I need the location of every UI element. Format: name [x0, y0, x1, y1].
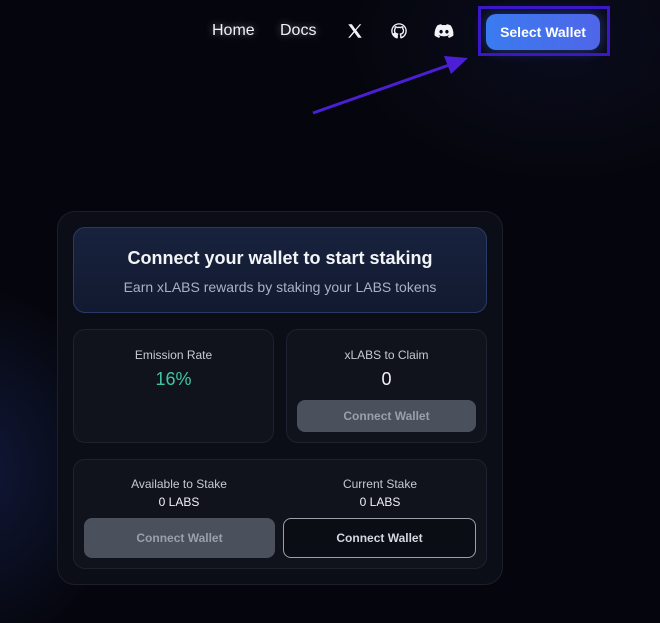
claim-value: 0 [381, 369, 392, 389]
connect-wallet-banner: Connect your wallet to start staking Ear… [73, 227, 487, 313]
banner-title: Connect your wallet to start staking [127, 248, 433, 268]
current-stake-connect-wallet-button[interactable]: Connect Wallet [283, 518, 476, 558]
claim-connect-wallet-button[interactable]: Connect Wallet [297, 400, 476, 432]
emission-rate-label: Emission Rate [134, 348, 213, 362]
claim-label: xLABS to Claim [344, 348, 429, 362]
current-stake-label: Current Stake [342, 477, 418, 491]
current-stake-value: 0 LABS [359, 495, 401, 509]
available-connect-wallet-button[interactable]: Connect Wallet [84, 518, 275, 558]
available-to-stake-value: 0 LABS [158, 495, 200, 509]
available-to-stake-label: Available to Stake [131, 477, 227, 491]
banner-subtitle: Earn xLABS rewards by staking your LABS … [123, 279, 437, 295]
emission-rate-value: 16% [155, 369, 192, 389]
emission-rate-panel: Emission Rate 16% [73, 329, 274, 443]
